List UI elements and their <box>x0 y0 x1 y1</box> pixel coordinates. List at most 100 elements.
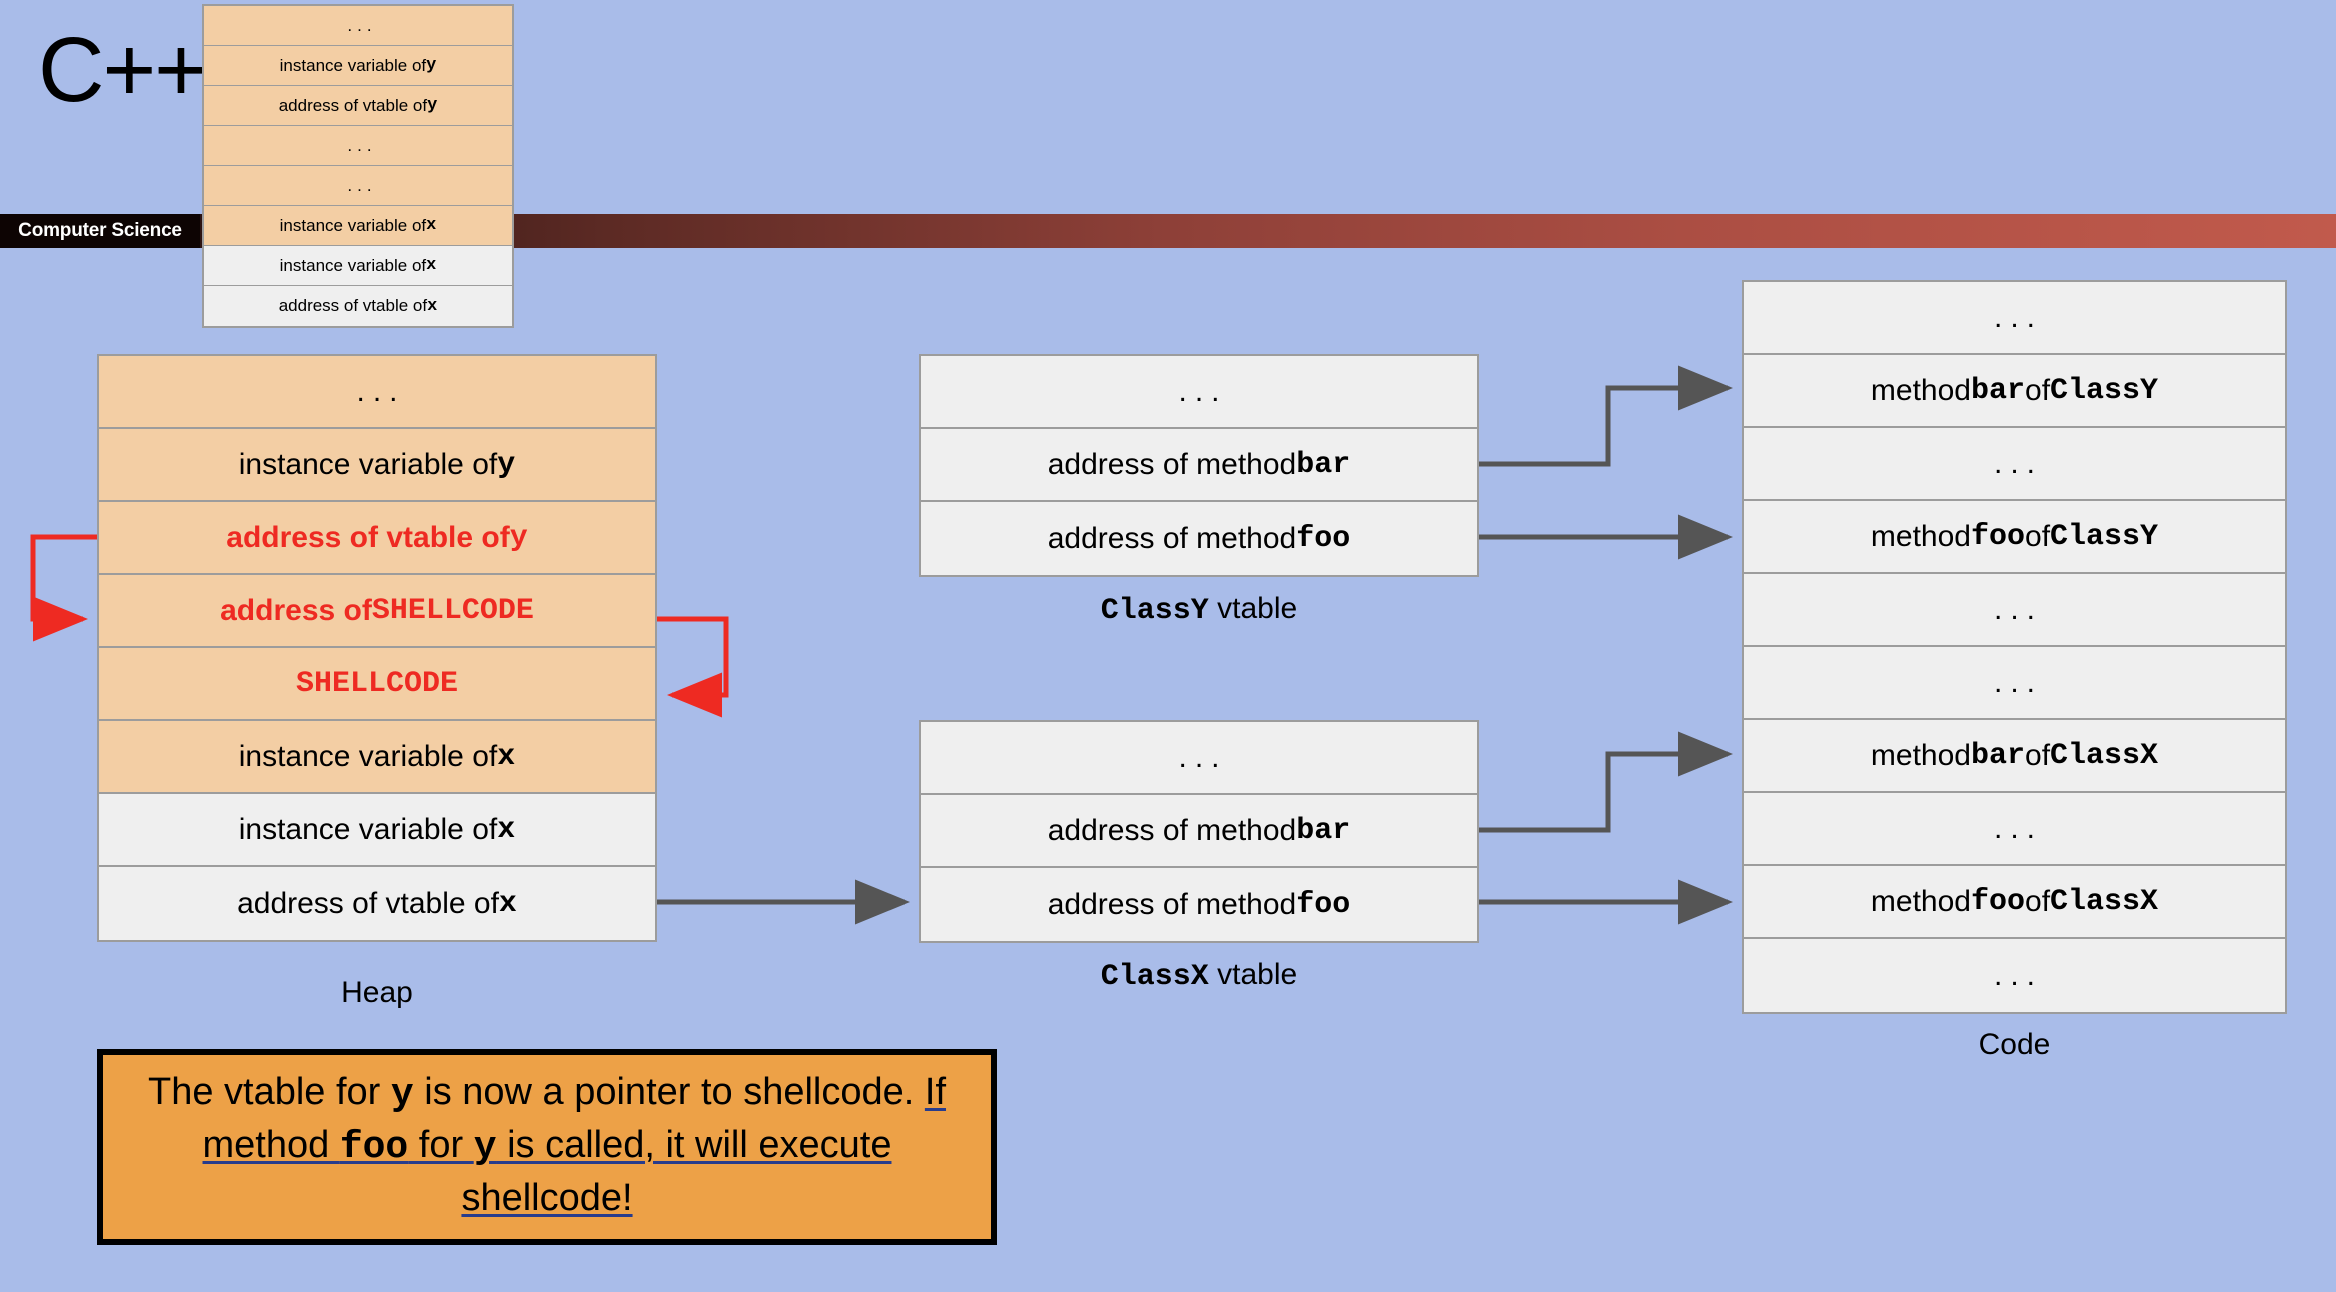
page-title: C++ <box>38 19 208 121</box>
ellipsis-text: ... <box>1993 592 2043 626</box>
ellipsis-text: ... <box>356 374 406 408</box>
arrow-shellcode-ptr-to-shellcode <box>657 616 729 718</box>
heap-row: address of vtable of x <box>99 867 655 940</box>
code-row: method bar of ClassX <box>1744 720 2285 793</box>
row-identifier: y <box>427 96 438 115</box>
row-text: address of vtable of <box>226 520 510 554</box>
ellipsis-text: ... <box>1993 665 2043 699</box>
heap-row: instance variable of y <box>99 429 655 502</box>
heap-row: address of SHELLCODE <box>99 575 655 648</box>
row-text: address of method <box>1047 521 1297 555</box>
row-text: instance variable of <box>279 55 427 75</box>
heap-table: ... instance variable of y address of vtab… <box>97 354 657 942</box>
row-identifier: y <box>426 56 437 75</box>
arrow-classy-bar-to-code <box>1479 365 1733 467</box>
classy-vtable-table: ... address of method bar address of metho… <box>919 354 1479 577</box>
code-row: ... <box>1744 793 2285 866</box>
classx-vtable-row: address of method bar <box>921 795 1477 868</box>
row-text: address of vtable of <box>278 296 428 315</box>
row-identifier: foo <box>1296 521 1351 556</box>
slide-canvas: Computer Science C++ ... instance variab… <box>0 0 2336 1292</box>
row-class-name: ClassX <box>2050 884 2159 919</box>
code-row: ... <box>1744 939 2285 1012</box>
code-table: ... method bar of ClassY... method foo of … <box>1742 280 2287 1014</box>
ellipsis-text: ... <box>1993 958 2043 992</box>
classx-vtable-caption-suffix: vtable <box>1208 958 1298 991</box>
code-row: ... <box>1744 428 2285 501</box>
row-text: method <box>1870 373 1971 407</box>
row-class-name: ClassY <box>2050 519 2159 554</box>
row-text: of <box>2025 884 2051 918</box>
arrow-classx-bar-to-code <box>1479 731 1733 833</box>
row-text: method <box>1870 738 1971 772</box>
row-text: of <box>2025 373 2051 407</box>
row-identifier: bar <box>1296 447 1351 482</box>
overlay-heap-row: ... <box>204 166 512 206</box>
callout-method-foo: foo <box>339 1126 409 1170</box>
overlay-heap-row: ... <box>204 6 512 46</box>
row-class-name: ClassY <box>2050 373 2159 408</box>
row-text: method <box>1870 519 1971 553</box>
ellipsis-text: ... <box>1993 446 2043 480</box>
callout-text: for <box>408 1124 474 1167</box>
heap-row: address of vtable of y <box>99 502 655 575</box>
overlay-heap-row: address of vtable of y <box>204 86 512 126</box>
row-text: address of method <box>1047 447 1297 481</box>
row-text: instance variable of <box>238 447 498 481</box>
classy-vtable-caption: ClassY vtable <box>919 592 1479 628</box>
row-class-name: ClassX <box>2050 738 2159 773</box>
classy-vtable-caption-class-name: ClassY <box>1100 594 1209 628</box>
code-row: method bar of ClassY <box>1744 355 2285 428</box>
code-row: ... <box>1744 647 2285 720</box>
row-identifier: foo <box>1971 519 2026 554</box>
row-text: instance variable of <box>279 215 427 235</box>
row-identifier: bar <box>1296 813 1351 848</box>
ellipsis-text: ... <box>347 135 377 155</box>
callout-box: The vtable for y is now a pointer to she… <box>97 1049 997 1246</box>
classx-vtable-row: ... <box>921 722 1477 795</box>
classx-vtable-table: ... address of method bar address of metho… <box>919 720 1479 943</box>
heap-row: instance variable of x <box>99 721 655 794</box>
overlay-heap-row: ... <box>204 126 512 166</box>
code-caption: Code <box>1978 1028 2051 1061</box>
row-text: address of method <box>1047 813 1297 847</box>
classx-vtable-row: address of method foo <box>921 868 1477 941</box>
ellipsis-text: ... <box>1178 740 1228 774</box>
callout-text: The vtable for <box>147 1071 391 1113</box>
row-identifier: x <box>497 812 516 847</box>
row-text: of <box>2025 738 2051 772</box>
row-identifier: y <box>509 520 528 555</box>
classy-vtable-row: address of method foo <box>921 502 1477 575</box>
heap-row: ... <box>99 356 655 429</box>
row-text: address of vtable of <box>278 95 428 115</box>
row-text: instance variable of <box>238 739 498 773</box>
classy-vtable-caption-suffix: vtable <box>1208 592 1298 625</box>
row-identifier: x <box>426 256 437 275</box>
ellipsis-text: ... <box>1178 374 1228 408</box>
arrow-vtable-y-to-shellcode-ptr <box>30 534 97 642</box>
row-text: address of vtable of <box>237 886 499 920</box>
code-row: ... <box>1744 574 2285 647</box>
overlay-heap-row: instance variable of y <box>204 46 512 86</box>
row-text: instance variable of <box>238 812 498 846</box>
row-text: instance variable of <box>279 255 427 275</box>
row-identifier: foo <box>1296 887 1351 922</box>
heap-row: SHELLCODE <box>99 648 655 721</box>
code-row: ... <box>1744 282 2285 355</box>
overlay-heap-table: ... instance variable of y address of vtab… <box>202 4 514 328</box>
overlay-heap-row: instance variable of x <box>204 246 512 286</box>
heap-caption: Heap <box>341 976 413 1009</box>
row-text: method <box>1870 884 1971 918</box>
department-badge: Computer Science <box>0 214 200 248</box>
callout-var-y: y <box>473 1126 497 1170</box>
overlay-heap-row: instance variable of x <box>204 206 512 246</box>
ellipsis-text: ... <box>347 15 377 35</box>
row-identifier: y <box>497 447 516 482</box>
heap-row: instance variable of x <box>99 794 655 867</box>
classx-vtable-caption: ClassX vtable <box>919 958 1479 994</box>
row-identifier: x <box>498 886 517 921</box>
ellipsis-text: ... <box>1993 300 2043 334</box>
classy-vtable-row: address of method bar <box>921 429 1477 502</box>
overlay-heap-row: address of vtable of x <box>204 286 512 326</box>
row-identifier: bar <box>1971 373 2026 408</box>
